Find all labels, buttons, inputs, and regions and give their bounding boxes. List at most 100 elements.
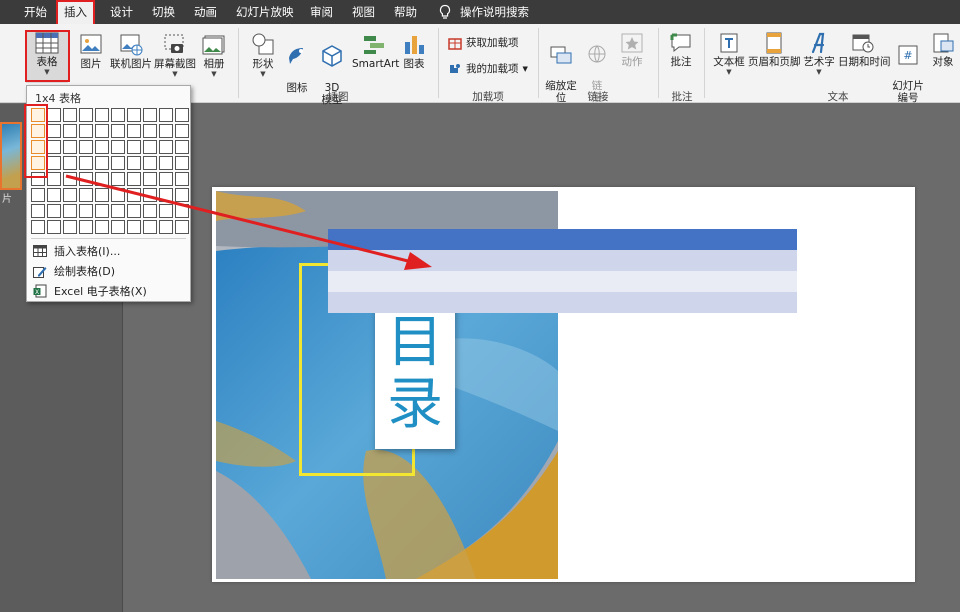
tell-me-search[interactable]: 操作说明搜索 <box>460 0 529 24</box>
table-grid-cell[interactable] <box>79 172 93 186</box>
action-button[interactable]: 动作 <box>618 32 646 68</box>
table-grid-cell[interactable] <box>31 172 45 186</box>
table-grid-cell[interactable] <box>159 108 173 122</box>
table-grid-cell[interactable] <box>111 156 125 170</box>
table-grid-cell[interactable] <box>79 108 93 122</box>
table-grid-cell[interactable] <box>127 108 141 122</box>
table-grid-cell[interactable] <box>79 156 93 170</box>
table-grid-cell[interactable] <box>159 124 173 138</box>
table-grid-cell[interactable] <box>79 124 93 138</box>
table-grid-cell[interactable] <box>127 172 141 186</box>
table-preview[interactable] <box>328 229 797 313</box>
table-grid-cell[interactable] <box>143 156 157 170</box>
table-grid-cell[interactable] <box>31 124 45 138</box>
table-grid-cell[interactable] <box>127 156 141 170</box>
smartart-button[interactable]: SmartArt <box>352 32 399 70</box>
table-grid-cell[interactable] <box>63 156 77 170</box>
draw-table-menu-item[interactable]: 绘制表格(D) <box>31 261 186 281</box>
title-card[interactable]: 目 录 <box>375 299 455 449</box>
insert-table-menu-item[interactable]: 插入表格(I)... <box>31 241 186 261</box>
table-grid-cell[interactable] <box>63 172 77 186</box>
wordart-button[interactable]: 艺术字 ▼ <box>802 32 836 76</box>
table-grid-cell[interactable] <box>127 140 141 154</box>
table-grid-cell[interactable] <box>31 204 45 218</box>
table-grid-cell[interactable] <box>111 108 125 122</box>
object-button[interactable]: 对象 <box>928 32 958 68</box>
chart-button[interactable]: 图表 <box>400 32 428 70</box>
table-grid-cell[interactable] <box>143 124 157 138</box>
table-grid-cell[interactable] <box>143 204 157 218</box>
table-grid-cell[interactable] <box>159 204 173 218</box>
table-grid-cell[interactable] <box>95 140 109 154</box>
table-grid-cell[interactable] <box>95 220 109 234</box>
table-grid-cell[interactable] <box>111 172 125 186</box>
table-grid-cell[interactable] <box>175 108 189 122</box>
my-addins-button[interactable]: 我的加载项 ▼ <box>448 62 528 76</box>
table-grid-cell[interactable] <box>143 188 157 202</box>
table-grid-cell[interactable] <box>127 220 141 234</box>
table-grid-cell[interactable] <box>111 124 125 138</box>
table-grid-cell[interactable] <box>175 220 189 234</box>
table-grid-cell[interactable] <box>95 204 109 218</box>
tab-review[interactable]: 审阅 <box>310 0 333 24</box>
tab-home[interactable]: 开始 <box>24 0 47 24</box>
table-grid-cell[interactable] <box>95 188 109 202</box>
table-grid-cell[interactable] <box>63 188 77 202</box>
table-grid-cell[interactable] <box>175 156 189 170</box>
table-grid-cell[interactable] <box>127 204 141 218</box>
table-grid-cell[interactable] <box>47 108 61 122</box>
table-grid-cell[interactable] <box>175 204 189 218</box>
table-grid-cell[interactable] <box>175 172 189 186</box>
table-button[interactable]: 表格 ▼ <box>28 32 66 76</box>
table-grid-cell[interactable] <box>175 188 189 202</box>
table-grid-cell[interactable] <box>79 188 93 202</box>
table-grid-cell[interactable] <box>159 172 173 186</box>
table-grid-cell[interactable] <box>31 188 45 202</box>
table-grid-cell[interactable] <box>47 188 61 202</box>
table-grid-cell[interactable] <box>143 108 157 122</box>
excel-spreadsheet-menu-item[interactable]: X Excel 电子表格(X) <box>31 281 186 301</box>
picture-button[interactable]: 图片 <box>76 32 106 70</box>
tab-view[interactable]: 视图 <box>352 0 375 24</box>
table-grid-cell[interactable] <box>47 124 61 138</box>
table-grid-cell[interactable] <box>127 124 141 138</box>
tab-help[interactable]: 帮助 <box>394 0 417 24</box>
table-grid-cell[interactable] <box>111 204 125 218</box>
tab-insert[interactable]: 插入 <box>56 0 95 24</box>
online-picture-button[interactable]: 联机图片 <box>108 32 154 70</box>
table-grid-cell[interactable] <box>143 140 157 154</box>
table-grid-cell[interactable] <box>79 220 93 234</box>
table-grid-cell[interactable] <box>47 220 61 234</box>
table-grid-cell[interactable] <box>63 204 77 218</box>
table-grid-cell[interactable] <box>111 140 125 154</box>
table-grid-cell[interactable] <box>143 220 157 234</box>
table-grid-cell[interactable] <box>47 156 61 170</box>
table-grid-cell[interactable] <box>47 204 61 218</box>
table-grid-cell[interactable] <box>63 108 77 122</box>
slide-thumbnail[interactable] <box>0 122 22 190</box>
textbox-button[interactable]: 文本框 ▼ <box>712 32 746 76</box>
table-grid-cell[interactable] <box>127 188 141 202</box>
table-grid-cell[interactable] <box>47 172 61 186</box>
screenshot-button[interactable]: 屏幕截图 ▼ <box>154 32 196 78</box>
tab-transitions[interactable]: 切换 <box>152 0 175 24</box>
table-grid-cell[interactable] <box>95 172 109 186</box>
photo-album-button[interactable]: 相册 ▼ <box>200 32 228 78</box>
zoom-button[interactable]: 缩放定 位 <box>544 32 578 104</box>
tab-animations[interactable]: 动画 <box>194 0 217 24</box>
table-grid-cell[interactable] <box>175 140 189 154</box>
icons-button[interactable]: 图标 <box>284 32 310 94</box>
table-grid-cell[interactable] <box>111 188 125 202</box>
table-grid-cell[interactable] <box>47 140 61 154</box>
table-grid-cell[interactable] <box>79 204 93 218</box>
slide-canvas[interactable]: 目 录 <box>212 187 915 582</box>
table-grid-cell[interactable] <box>31 108 45 122</box>
table-grid-cell[interactable] <box>159 188 173 202</box>
tab-slideshow[interactable]: 幻灯片放映 <box>236 0 294 24</box>
table-grid-cell[interactable] <box>143 172 157 186</box>
comment-button[interactable]: 批注 <box>666 32 696 68</box>
table-grid-cell[interactable] <box>63 220 77 234</box>
datetime-button[interactable]: 日期和时间 <box>838 32 891 68</box>
table-grid-cell[interactable] <box>159 156 173 170</box>
table-grid-cell[interactable] <box>159 220 173 234</box>
